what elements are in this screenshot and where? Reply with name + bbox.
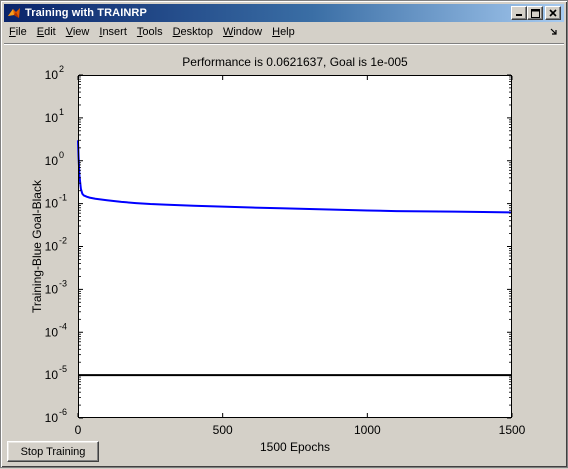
y-tick-label: 10 -4 xyxy=(45,321,67,339)
y-tick-label: 10 -5 xyxy=(45,364,67,382)
figure-window: Training with TRAINRP File Edit View Ins… xyxy=(0,0,568,468)
x-tick-label: 1000 xyxy=(354,423,381,437)
y-tick-label: 10 -2 xyxy=(45,236,67,254)
y-tick-label: 10 0 xyxy=(45,150,64,168)
x-tick-label: 1500 xyxy=(499,423,526,437)
y-tick-exponent: -4 xyxy=(59,321,67,331)
x-tick-label: 0 xyxy=(75,423,82,437)
y-tick-base: 10 xyxy=(45,197,59,211)
y-axis-label: Training-Blue Goal-Black xyxy=(30,179,44,313)
training-plot: 0 500 1000 1500 10 210 110 010 -110 -210 -310 -410… xyxy=(30,55,526,454)
y-tick-base: 10 xyxy=(45,240,59,254)
y-tick-exponent: -6 xyxy=(59,407,67,417)
y-tick-exponent: -3 xyxy=(59,278,67,288)
y-tick-base: 10 xyxy=(45,368,59,382)
y-tick-base: 10 xyxy=(45,411,59,425)
y-tick-exponent: -1 xyxy=(59,193,67,203)
y-tick-label: 10 1 xyxy=(45,107,64,125)
y-tick-exponent: 0 xyxy=(59,150,64,160)
stop-training-button[interactable]: Stop Training xyxy=(7,441,99,462)
y-tick-exponent: -5 xyxy=(59,364,67,374)
y-tick-exponent: -2 xyxy=(59,236,67,246)
y-tick-base: 10 xyxy=(45,325,59,339)
x-axis-label: 1500 Epochs xyxy=(260,440,330,454)
y-tick-exponent: 2 xyxy=(59,64,64,74)
plot-area[interactable] xyxy=(78,75,512,418)
y-tick-base: 10 xyxy=(45,282,59,296)
chart-title: Performance is 0.0621637, Goal is 1e-005 xyxy=(182,55,408,69)
y-tick-label: 10 2 xyxy=(45,64,64,82)
y-tick-base: 10 xyxy=(45,111,59,125)
x-tick-label: 500 xyxy=(213,423,233,437)
y-tick-base: 10 xyxy=(45,68,59,82)
y-tick-base: 10 xyxy=(45,154,59,168)
y-tick-label: 10 -1 xyxy=(45,193,67,211)
y-tick-label: 10 -6 xyxy=(45,407,67,425)
y-tick-label: 10 -3 xyxy=(45,278,67,296)
y-tick-exponent: 1 xyxy=(59,107,64,117)
